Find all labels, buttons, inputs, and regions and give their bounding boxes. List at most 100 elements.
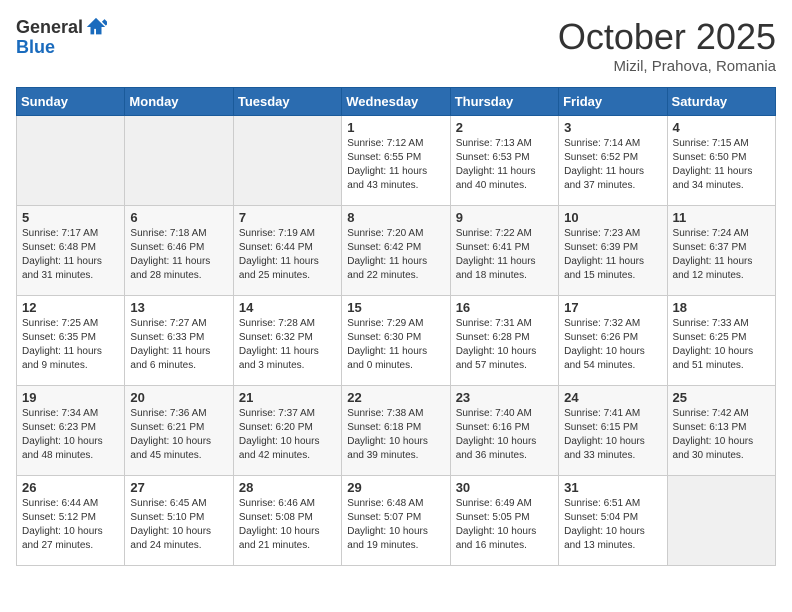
calendar-cell: 31 Sunrise: 6:51 AM Sunset: 5:04 PM Dayli… [559, 476, 667, 566]
calendar-cell: 21 Sunrise: 7:37 AM Sunset: 6:20 PM Dayli… [233, 386, 341, 476]
calendar-cell: 4Sunrise: 7:15 AM Sunset: 6:50 PM Daylig… [667, 116, 775, 206]
day-detail: Sunrise: 7:33 AM Sunset: 6:25 PM Dayligh… [673, 317, 770, 373]
calendar-cell: 7Sunrise: 7:19 AM Sunset: 6:44 PM Daylig… [233, 206, 341, 296]
day-detail: Sunrise: 7:42 AM Sunset: 6:13 PM Dayligh… [673, 407, 770, 463]
day-number: 10 [564, 210, 661, 225]
day-number: 6 [130, 210, 227, 225]
header-friday: Friday [559, 88, 667, 116]
calendar-table: SundayMondayTuesdayWednesdayThursdayFrid… [16, 87, 776, 566]
day-number: 17 [564, 300, 661, 315]
day-detail: Sunrise: 7:14 AM Sunset: 6:52 PM Dayligh… [564, 137, 661, 193]
calendar-cell [125, 116, 233, 206]
day-detail: Sunrise: 7:28 AM Sunset: 6:32 PM Dayligh… [239, 317, 336, 373]
calendar-cell: 14 Sunrise: 7:28 AM Sunset: 6:32 PM Dayli… [233, 296, 341, 386]
day-detail: Sunrise: 7:23 AM Sunset: 6:39 PM Dayligh… [564, 227, 661, 283]
calendar-cell: 30 Sunrise: 6:49 AM Sunset: 5:05 PM Dayli… [450, 476, 558, 566]
calendar-cell: 25 Sunrise: 7:42 AM Sunset: 6:13 PM Dayli… [667, 386, 775, 476]
day-detail: Sunrise: 7:13 AM Sunset: 6:53 PM Dayligh… [456, 137, 553, 193]
calendar-cell: 19 Sunrise: 7:34 AM Sunset: 6:23 PM Dayli… [17, 386, 125, 476]
day-detail: Sunrise: 7:37 AM Sunset: 6:20 PM Dayligh… [239, 407, 336, 463]
calendar-cell: 1 Sunrise: 7:12 AM Sunset: 6:55 PM Daylig… [342, 116, 450, 206]
calendar-cell: 8Sunrise: 7:20 AM Sunset: 6:42 PM Daylig… [342, 206, 450, 296]
calendar-cell: 18 Sunrise: 7:33 AM Sunset: 6:25 PM Dayli… [667, 296, 775, 386]
day-detail: Sunrise: 7:31 AM Sunset: 6:28 PM Dayligh… [456, 317, 553, 373]
day-number: 30 [456, 480, 553, 495]
calendar-cell: 10 Sunrise: 7:23 AM Sunset: 6:39 PM Dayli… [559, 206, 667, 296]
calendar-cell: 6 Sunrise: 7:18 AM Sunset: 6:46 PM Daylig… [125, 206, 233, 296]
calendar-cell: 24 Sunrise: 7:41 AM Sunset: 6:15 PM Dayli… [559, 386, 667, 476]
day-number: 16 [456, 300, 553, 315]
calendar-cell: 29Sunrise: 6:48 AM Sunset: 5:07 PM Dayli… [342, 476, 450, 566]
day-number: 27 [130, 480, 227, 495]
day-number: 13 [130, 300, 227, 315]
day-detail: Sunrise: 7:15 AM Sunset: 6:50 PM Dayligh… [673, 137, 770, 193]
calendar-cell: 9Sunrise: 7:22 AM Sunset: 6:41 PM Daylig… [450, 206, 558, 296]
calendar-cell: 12 Sunrise: 7:25 AM Sunset: 6:35 PM Dayli… [17, 296, 125, 386]
calendar-cell [17, 116, 125, 206]
day-number: 25 [673, 390, 770, 405]
day-number: 11 [673, 210, 770, 225]
header-sunday: Sunday [17, 88, 125, 116]
header-tuesday: Tuesday [233, 88, 341, 116]
calendar-cell: 15Sunrise: 7:29 AM Sunset: 6:30 PM Dayli… [342, 296, 450, 386]
calendar-cell: 5 Sunrise: 7:17 AM Sunset: 6:48 PM Daylig… [17, 206, 125, 296]
day-number: 26 [22, 480, 119, 495]
day-detail: Sunrise: 7:17 AM Sunset: 6:48 PM Dayligh… [22, 227, 119, 283]
day-number: 28 [239, 480, 336, 495]
day-number: 19 [22, 390, 119, 405]
day-detail: Sunrise: 6:46 AM Sunset: 5:08 PM Dayligh… [239, 497, 336, 553]
day-number: 21 [239, 390, 336, 405]
header-wednesday: Wednesday [342, 88, 450, 116]
day-detail: Sunrise: 7:12 AM Sunset: 6:55 PM Dayligh… [347, 137, 444, 193]
calendar-cell [233, 116, 341, 206]
calendar-cell: 11 Sunrise: 7:24 AM Sunset: 6:37 PM Dayli… [667, 206, 775, 296]
location: Mizil, Prahova, Romania [558, 58, 776, 75]
day-detail: Sunrise: 7:41 AM Sunset: 6:15 PM Dayligh… [564, 407, 661, 463]
calendar-cell: 17 Sunrise: 7:32 AM Sunset: 6:26 PM Dayli… [559, 296, 667, 386]
day-number: 20 [130, 390, 227, 405]
header-thursday: Thursday [450, 88, 558, 116]
calendar-cell: 20 Sunrise: 7:36 AM Sunset: 6:21 PM Dayli… [125, 386, 233, 476]
day-number: 24 [564, 390, 661, 405]
day-detail: Sunrise: 7:38 AM Sunset: 6:18 PM Dayligh… [347, 407, 444, 463]
page-header: General Blue October 2025 Mizil, Prahova… [16, 16, 776, 75]
day-detail: Sunrise: 7:29 AM Sunset: 6:30 PM Dayligh… [347, 317, 444, 373]
day-detail: Sunrise: 7:25 AM Sunset: 6:35 PM Dayligh… [22, 317, 119, 373]
day-number: 29 [347, 480, 444, 495]
day-number: 18 [673, 300, 770, 315]
day-number: 1 [347, 120, 444, 135]
logo: General Blue [16, 16, 107, 56]
day-detail: Sunrise: 6:44 AM Sunset: 5:12 PM Dayligh… [22, 497, 119, 553]
title-block: October 2025 Mizil, Prahova, Romania [558, 16, 776, 75]
calendar-cell: 22Sunrise: 7:38 AM Sunset: 6:18 PM Dayli… [342, 386, 450, 476]
day-detail: Sunrise: 7:34 AM Sunset: 6:23 PM Dayligh… [22, 407, 119, 463]
day-detail: Sunrise: 7:24 AM Sunset: 6:37 PM Dayligh… [673, 227, 770, 283]
calendar-cell: 27 Sunrise: 6:45 AM Sunset: 5:10 PM Dayli… [125, 476, 233, 566]
calendar-cell: 16 Sunrise: 7:31 AM Sunset: 6:28 PM Dayli… [450, 296, 558, 386]
day-number: 23 [456, 390, 553, 405]
day-number: 14 [239, 300, 336, 315]
logo-general: General [16, 18, 83, 36]
day-number: 3 [564, 120, 661, 135]
day-number: 12 [22, 300, 119, 315]
month-title: October 2025 [558, 16, 776, 58]
day-detail: Sunrise: 7:19 AM Sunset: 6:44 PM Dayligh… [239, 227, 336, 283]
day-number: 5 [22, 210, 119, 225]
calendar-header: SundayMondayTuesdayWednesdayThursdayFrid… [17, 88, 776, 116]
day-detail: Sunrise: 6:49 AM Sunset: 5:05 PM Dayligh… [456, 497, 553, 553]
calendar-cell: 23Sunrise: 7:40 AM Sunset: 6:16 PM Dayli… [450, 386, 558, 476]
logo-icon [85, 16, 107, 38]
day-detail: Sunrise: 6:45 AM Sunset: 5:10 PM Dayligh… [130, 497, 227, 553]
day-detail: Sunrise: 7:36 AM Sunset: 6:21 PM Dayligh… [130, 407, 227, 463]
day-detail: Sunrise: 7:18 AM Sunset: 6:46 PM Dayligh… [130, 227, 227, 283]
calendar-cell: 2Sunrise: 7:13 AM Sunset: 6:53 PM Daylig… [450, 116, 558, 206]
logo-blue: Blue [16, 38, 55, 56]
day-detail: Sunrise: 7:22 AM Sunset: 6:41 PM Dayligh… [456, 227, 553, 283]
day-number: 8 [347, 210, 444, 225]
day-detail: Sunrise: 6:51 AM Sunset: 5:04 PM Dayligh… [564, 497, 661, 553]
day-detail: Sunrise: 7:27 AM Sunset: 6:33 PM Dayligh… [130, 317, 227, 373]
header-saturday: Saturday [667, 88, 775, 116]
day-number: 31 [564, 480, 661, 495]
calendar-cell [667, 476, 775, 566]
day-detail: Sunrise: 7:32 AM Sunset: 6:26 PM Dayligh… [564, 317, 661, 373]
